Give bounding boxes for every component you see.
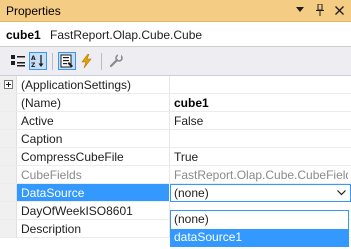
column-divider	[169, 130, 170, 147]
events-icon	[81, 54, 92, 68]
alphabetical-icon: A Z	[31, 55, 44, 68]
toolbar-separator	[52, 53, 53, 70]
pin-icon[interactable]	[312, 2, 328, 18]
property-name: CubeFields	[21, 168, 82, 182]
categorized-icon	[11, 55, 25, 67]
data-source-combobox[interactable]: (none)	[170, 184, 351, 202]
option-label: (none)	[174, 212, 209, 226]
data-source-dropdown-list: (none) dataSource1	[170, 210, 349, 247]
row-gutter	[0, 202, 17, 219]
property-row-active[interactable]: Active False	[0, 112, 351, 130]
combobox-value: (none)	[174, 186, 209, 200]
chevron-down-icon	[336, 190, 346, 196]
property-name: (ApplicationSettings)	[21, 78, 132, 92]
svg-text:A: A	[31, 55, 36, 62]
panel-title: Properties	[6, 4, 61, 18]
property-row-caption[interactable]: Caption	[0, 130, 351, 148]
property-pages-button[interactable]	[107, 52, 125, 70]
row-gutter	[0, 184, 17, 201]
property-row-application-settings[interactable]: (ApplicationSettings)	[0, 76, 351, 94]
svg-text:Z: Z	[31, 62, 36, 68]
properties-button[interactable]	[58, 52, 76, 70]
row-gutter	[0, 220, 17, 237]
property-row-compress-cube-file[interactable]: CompressCubeFile True	[0, 148, 351, 166]
toolbar-separator	[101, 53, 102, 70]
property-name: DayOfWeekISO8601	[21, 204, 133, 218]
window-menu-icon[interactable]	[292, 2, 308, 18]
property-row-data-source[interactable]: DataSource (none)	[0, 184, 351, 202]
column-divider	[169, 166, 170, 183]
property-name: (Name)	[21, 96, 62, 110]
expand-icon[interactable]	[4, 80, 13, 89]
property-name: Caption	[21, 132, 63, 146]
property-value[interactable]: True	[174, 150, 348, 164]
column-divider	[169, 94, 170, 111]
column-divider	[169, 148, 170, 165]
option-label: dataSource1	[174, 230, 243, 244]
row-gutter	[0, 166, 17, 183]
dropdown-option-datasource1[interactable]: dataSource1	[171, 229, 348, 246]
dropdown-option-none[interactable]: (none)	[171, 211, 348, 228]
row-gutter	[0, 148, 17, 165]
object-selector[interactable]: cube1 FastReport.Olap.Cube.Cube	[0, 23, 351, 47]
property-name: Active	[21, 114, 54, 128]
column-divider	[169, 76, 170, 93]
property-name: CompressCubeFile	[21, 150, 124, 164]
property-value[interactable]: False	[174, 114, 348, 128]
close-icon[interactable]	[331, 2, 347, 18]
object-name: cube1	[6, 28, 41, 42]
property-name: DataSource	[21, 186, 85, 200]
row-gutter	[0, 112, 17, 129]
alphabetical-button[interactable]: A Z	[29, 52, 47, 70]
property-row-name[interactable]: (Name) cube1	[0, 94, 351, 112]
column-divider	[169, 112, 170, 129]
dropdown-button[interactable]	[332, 185, 350, 201]
row-gutter	[0, 94, 17, 111]
property-value: FastReport.Olap.Cube.CubeFields	[174, 168, 348, 182]
property-row-cube-fields[interactable]: CubeFields FastReport.Olap.Cube.CubeFiel…	[0, 166, 351, 184]
object-type: FastReport.Olap.Cube.Cube	[50, 28, 203, 42]
property-name: Description	[21, 222, 82, 236]
row-gutter	[0, 130, 17, 147]
property-pages-icon	[109, 54, 123, 68]
events-button[interactable]	[78, 52, 96, 70]
properties-titlebar: Properties	[0, 0, 351, 22]
properties-icon	[60, 54, 73, 68]
categorized-button[interactable]	[9, 52, 27, 70]
property-value[interactable]: cube1	[174, 96, 348, 110]
properties-toolbar: A Z	[0, 47, 351, 76]
